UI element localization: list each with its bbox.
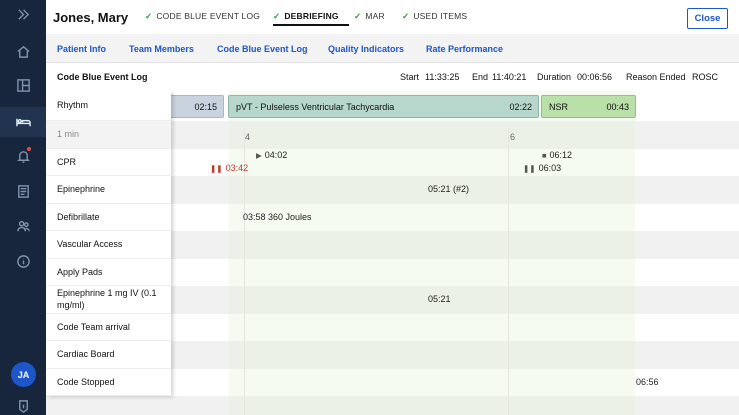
duration-value: 00:06:56 [577, 72, 613, 82]
reason-ended-value: ROSC [692, 72, 719, 82]
epinephrine-event[interactable]: 05:21 (#2) [428, 184, 469, 194]
cpr-stop-event[interactable]: ■ 06:12 [542, 150, 572, 160]
gridline [508, 128, 509, 415]
event-time: 06:03 [538, 163, 562, 173]
rhythm-segment-nsr[interactable]: NSR 00:43 [541, 95, 636, 118]
step-mar[interactable]: ✓ MAR [354, 11, 385, 22]
app-window: JA Jones, Mary ✓ CODE BLUE EVENT LOG ✓ DEB… [0, 0, 739, 415]
row-label-epinephrine-iv: Epinephrine 1 mg IV (0.1 mg/ml) [46, 286, 171, 314]
tab-team-members[interactable]: Team Members [129, 44, 194, 54]
row-label-epinephrine: Epinephrine [46, 176, 171, 204]
row-label-column: Rhythm 1 min CPR Epinephrine Defibrillat… [46, 91, 171, 396]
start-value: 11:33:25 [425, 72, 460, 82]
segment-duration: 00:43 [606, 102, 629, 112]
code-stopped-event[interactable]: 06:56 [636, 377, 659, 387]
avatar[interactable]: JA [11, 362, 36, 387]
cpr-pause-event[interactable]: ❚❚ 06:03 [523, 163, 561, 173]
step-used-items[interactable]: ✓ USED ITEMS [402, 11, 467, 22]
row-label-cpr: CPR [46, 149, 171, 176]
bed-icon[interactable] [0, 107, 46, 137]
rhythm-segment-pvt[interactable]: pVT - Pulseless Ventricular Tachycardia … [228, 95, 539, 118]
segment-label: pVT - Pulseless Ventricular Tachycardia [236, 102, 395, 112]
pause-icon: ❚❚ [210, 164, 223, 173]
tick-label: 4 [245, 132, 251, 142]
step-code-blue-event-log[interactable]: ✓ CODE BLUE EVENT LOG [145, 11, 260, 22]
info-icon[interactable] [13, 251, 33, 271]
bell-icon[interactable] [13, 146, 33, 166]
row-label-scale: 1 min [46, 121, 171, 149]
home-icon[interactable] [13, 41, 33, 61]
step-label: CODE BLUE EVENT LOG [156, 11, 261, 21]
close-button[interactable]: Close [687, 8, 728, 29]
nav-rail: JA [0, 0, 46, 415]
step-label: DEBRIEFING [284, 11, 339, 21]
step-label: MAR [365, 11, 385, 21]
tab-quality-indicators[interactable]: Quality Indicators [328, 44, 404, 54]
header: Jones, Mary ✓ CODE BLUE EVENT LOG ✓ DEBRIE… [46, 0, 739, 34]
notification-dot [27, 147, 31, 151]
step-label: USED ITEMS [413, 11, 468, 21]
event-time: 04:02 [264, 150, 288, 160]
tab-rate-performance[interactable]: Rate Performance [426, 44, 503, 54]
segment-label: NSR [549, 102, 569, 112]
event-window-highlight [229, 91, 635, 415]
document-icon[interactable] [13, 181, 33, 201]
reason-ended-label: Reason Ended [626, 72, 686, 82]
row-label-apply-pads: Apply Pads [46, 259, 171, 286]
row-label-code-stopped: Code Stopped [46, 369, 171, 396]
end-value: 11:40:21 [492, 72, 527, 82]
segment-duration: 02:15 [194, 102, 217, 112]
check-icon: ✓ [354, 11, 362, 21]
start-label: Start [400, 72, 420, 82]
row-label-defibrillate: Defibrillate [46, 204, 171, 231]
layout-icon[interactable] [13, 75, 33, 95]
check-icon: ✓ [145, 11, 153, 21]
row-label-cardiac-board: Cardiac Board [46, 341, 171, 369]
row-label-rhythm: Rhythm [46, 91, 171, 121]
log-summary: Code Blue Event Log Start 11:33:25 End 1… [46, 63, 739, 91]
pause-icon: ❚❚ [523, 164, 536, 173]
duration-label: Duration [537, 72, 572, 82]
defibrillate-event[interactable]: 03:58 360 Joules [243, 212, 312, 222]
cpr-pause-event[interactable]: ❚❚ 03:42 [210, 163, 248, 173]
stop-icon: ■ [542, 151, 547, 160]
play-icon: ▶ [256, 151, 262, 160]
avatar-initials: JA [17, 369, 30, 380]
log-title: Code Blue Event Log [57, 72, 148, 82]
tab-code-blue-event-log[interactable]: Code Blue Event Log [217, 44, 308, 54]
patient-name: Jones, Mary [53, 10, 129, 25]
check-icon: ✓ [402, 11, 410, 21]
segment-duration: 02:22 [509, 102, 532, 112]
tab-patient-info[interactable]: Patient Info [57, 44, 106, 54]
row-label-vascular-access: Vascular Access [46, 231, 171, 259]
cpr-start-event[interactable]: ▶ 04:02 [256, 150, 287, 160]
event-timeline[interactable]: 4 6 02:15 pVT - Pulseless Ventricular Ta… [46, 91, 739, 415]
active-step-indicator [273, 24, 349, 26]
tick-label: 6 [510, 132, 516, 142]
epinephrine-iv-event[interactable]: 05:21 [428, 294, 451, 304]
end-label: End [472, 72, 489, 82]
check-icon: ✓ [273, 11, 281, 21]
row-label-code-team-arrival: Code Team arrival [46, 314, 171, 341]
event-time: 03:42 [225, 163, 249, 173]
event-time: 06:12 [549, 150, 573, 160]
step-debriefing[interactable]: ✓ DEBRIEFING [273, 11, 339, 22]
users-icon[interactable] [13, 216, 33, 236]
logout-icon[interactable] [13, 396, 33, 415]
subtab-bar: Patient Info Team Members Code Blue Even… [46, 34, 739, 63]
collapse-icon[interactable] [13, 4, 33, 24]
